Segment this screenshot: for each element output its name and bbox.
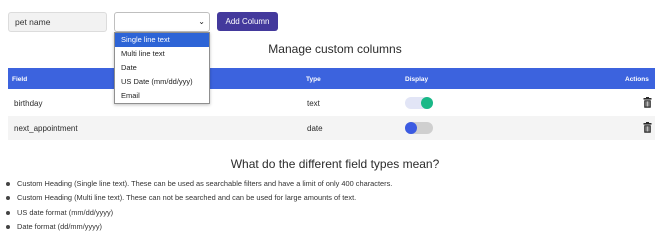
field-name: birthday <box>14 99 43 108</box>
trash-icon[interactable] <box>643 97 652 108</box>
column-header-actions: Actions <box>625 76 649 83</box>
column-name-input[interactable]: pet name <box>8 12 107 32</box>
add-column-button[interactable]: Add Column <box>217 12 278 31</box>
list-item-text: US date format (mm/dd/yyyy) <box>17 207 114 217</box>
bullet-icon <box>6 210 10 215</box>
column-header-field: Field <box>12 76 28 83</box>
field-type: text <box>307 99 320 108</box>
toggle-knob <box>405 122 417 134</box>
field-type-dropdown: Single line text Multi line text Date US… <box>114 32 210 104</box>
dropdown-option[interactable]: Single line text <box>115 33 209 47</box>
dropdown-option[interactable]: Email <box>115 89 209 103</box>
column-header-display: Display <box>405 76 429 83</box>
display-toggle[interactable] <box>405 97 433 109</box>
dropdown-option[interactable]: US Date (mm/dd/yyy) <box>115 75 209 89</box>
bullet-icon <box>6 196 10 201</box>
dropdown-option[interactable]: Multi line text <box>115 47 209 61</box>
trash-icon[interactable] <box>643 122 652 133</box>
column-header-type: Type <box>306 76 321 83</box>
field-name: next_appointment <box>14 124 78 133</box>
field-type-explanations: Custom Heading (Single line text). These… <box>6 177 646 234</box>
list-item: Custom Heading (Single line text). These… <box>6 177 646 191</box>
chevron-down-icon: ⌄ <box>198 17 205 26</box>
list-item-text: Custom Heading (Single line text). These… <box>17 179 393 188</box>
page-title: Manage custom columns <box>268 42 402 56</box>
list-item: Custom Heading (Multi line text). These … <box>6 191 646 205</box>
list-item: US date format (mm/dd/yyyy) <box>6 206 646 220</box>
bullet-icon <box>6 182 10 186</box>
dropdown-option[interactable]: Date <box>115 61 209 75</box>
list-item-text: Custom Heading (Multi line text). These … <box>17 193 357 203</box>
section-heading: What do the different field types mean? <box>230 157 440 171</box>
list-item-text: Date format (dd/mm/yyyy) <box>17 221 103 231</box>
display-toggle[interactable] <box>405 122 433 134</box>
list-item: Date format (dd/mm/yyyy) <box>6 220 646 234</box>
field-type: date <box>307 124 323 133</box>
toggle-knob <box>421 97 433 109</box>
table-row: next_appointment date <box>8 116 655 140</box>
table-row: birthday text <box>8 91 655 115</box>
field-type-select[interactable]: ⌄ <box>114 12 210 32</box>
table-header: Field Type Display Actions <box>8 68 655 89</box>
bullet-icon <box>6 224 10 229</box>
